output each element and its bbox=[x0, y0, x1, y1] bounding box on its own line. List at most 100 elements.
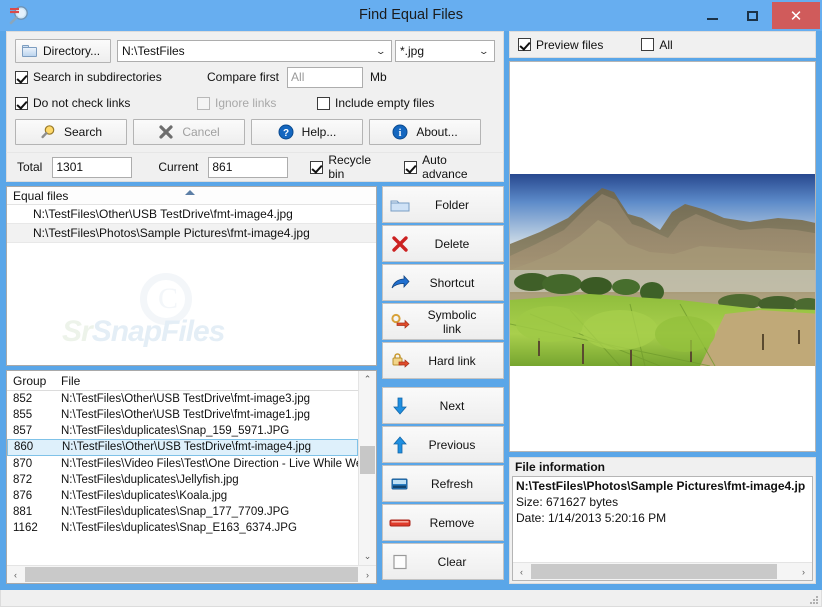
previous-button-label: Previous bbox=[428, 437, 476, 452]
cell-group: 1162 bbox=[13, 522, 38, 534]
scroll-right-button[interactable]: › bbox=[359, 566, 376, 583]
directory-combo[interactable]: N:\TestFiles ⌄ bbox=[117, 40, 392, 62]
search-button-label: Search bbox=[63, 125, 103, 139]
scroll-right-button[interactable]: › bbox=[795, 563, 812, 580]
table-row[interactable]: 872 N:\TestFiles\duplicates\Jellyfish.jp… bbox=[7, 472, 358, 488]
equal-files-list[interactable]: Equal files N:\TestFiles\Other\USB TestD… bbox=[6, 186, 377, 366]
folder-button[interactable]: Folder bbox=[382, 186, 504, 223]
grid-vertical-scrollbar[interactable]: ⌃ ⌄ bbox=[358, 371, 376, 565]
magnifier-icon bbox=[4, 2, 32, 30]
clear-button[interactable]: Clear bbox=[382, 543, 504, 580]
cell-file: N:\TestFiles\duplicates\Koala.jpg bbox=[61, 490, 228, 502]
image-preview-panel[interactable] bbox=[509, 61, 816, 452]
help-button[interactable]: ? Help... bbox=[251, 119, 363, 145]
total-value: 1301 bbox=[56, 160, 84, 174]
auto-advance-checkbox[interactable]: Auto advance bbox=[404, 153, 493, 181]
scroll-track[interactable] bbox=[530, 563, 795, 580]
file-information-horizontal-scrollbar[interactable]: ‹ › bbox=[513, 562, 812, 580]
scroll-left-button[interactable]: ‹ bbox=[7, 566, 24, 583]
checkbox-box bbox=[310, 160, 324, 174]
table-row[interactable]: 1162 N:\TestFiles\duplicates\Snap_E163_6… bbox=[7, 520, 358, 536]
directory-button[interactable]: Directory... bbox=[15, 39, 111, 63]
table-row[interactable]: 870 N:\TestFiles\Video Files\Test\One Di… bbox=[7, 456, 358, 472]
include-empty-files-checkbox[interactable]: Include empty files bbox=[317, 96, 434, 110]
compare-first-input[interactable]: All bbox=[287, 66, 364, 88]
remove-button[interactable]: Remove bbox=[382, 504, 504, 541]
grid-inner: Group File 852 N:\TestFiles\Other\USB Te… bbox=[7, 371, 376, 565]
remove-icon bbox=[383, 517, 417, 529]
checkbox-box bbox=[404, 160, 418, 174]
subdirs-row: Search in subdirectories Compare first A… bbox=[15, 64, 495, 90]
symbolic-link-button-label: Symbolic link bbox=[427, 307, 477, 336]
scroll-left-button[interactable]: ‹ bbox=[513, 563, 530, 580]
delete-button[interactable]: Delete bbox=[382, 225, 504, 262]
all-checkbox[interactable]: All bbox=[641, 38, 673, 52]
scroll-track[interactable] bbox=[359, 388, 376, 548]
cancel-x-icon bbox=[158, 124, 174, 140]
table-row-selected[interactable]: 860 N:\TestFiles\Other\USB TestDrive\fmt… bbox=[7, 439, 358, 456]
search-subdirectories-checkbox[interactable]: Search in subdirectories bbox=[15, 70, 197, 84]
table-row[interactable]: 876 N:\TestFiles\duplicates\Koala.jpg bbox=[7, 488, 358, 504]
checkbox-box bbox=[15, 96, 28, 110]
do-not-check-links-checkbox[interactable]: Do not check links bbox=[15, 96, 197, 110]
recycle-bin-checkbox[interactable]: Recycle bin bbox=[310, 153, 388, 181]
column-header-file[interactable]: File bbox=[57, 374, 358, 388]
app-window: Find Equal Files ✕ Directory... N:\TestF… bbox=[0, 0, 822, 607]
minimize-button[interactable] bbox=[692, 2, 732, 29]
list-item[interactable]: N:\TestFiles\Other\USB TestDrive\fmt-ima… bbox=[7, 205, 376, 223]
cell-file: N:\TestFiles\Other\USB TestDrive\fmt-ima… bbox=[61, 409, 311, 421]
scroll-thumb[interactable] bbox=[360, 446, 375, 474]
remove-button-label: Remove bbox=[429, 515, 475, 530]
chevron-down-icon[interactable]: ⌄ bbox=[476, 46, 492, 56]
refresh-icon bbox=[383, 476, 417, 492]
table-row[interactable]: 857 N:\TestFiles\duplicates\Snap_159_597… bbox=[7, 423, 358, 439]
table-row[interactable]: 852 N:\TestFiles\Other\USB TestDrive\fmt… bbox=[7, 391, 358, 407]
refresh-button[interactable]: Refresh bbox=[382, 465, 504, 502]
about-button[interactable]: i About... bbox=[369, 119, 481, 145]
symbolic-link-button[interactable]: Symbolic link bbox=[382, 303, 504, 340]
cell-group: 852 bbox=[13, 393, 33, 405]
recycle-bin-label: Recycle bin bbox=[328, 153, 371, 181]
auto-advance-label: Auto advance bbox=[422, 153, 468, 181]
scroll-track[interactable] bbox=[24, 566, 359, 583]
file-mask-combo[interactable]: *.jpg ⌄ bbox=[395, 40, 495, 62]
search-button[interactable]: Search bbox=[15, 119, 127, 145]
cell-group: 860 bbox=[14, 441, 34, 453]
groups-grid[interactable]: Group File 852 N:\TestFiles\Other\USB Te… bbox=[6, 370, 377, 584]
sort-ascending-icon bbox=[185, 190, 195, 195]
compare-first-value: All bbox=[291, 70, 305, 84]
cell-group: 855 bbox=[13, 409, 33, 421]
grid-horizontal-scrollbar[interactable]: ‹ › bbox=[7, 565, 376, 583]
maximize-button[interactable] bbox=[732, 2, 772, 29]
close-button[interactable]: ✕ bbox=[772, 2, 820, 29]
equal-files-header[interactable]: Equal files bbox=[7, 187, 376, 205]
cell-file: N:\TestFiles\Video Files\Test\One Direct… bbox=[61, 458, 358, 470]
scroll-thumb[interactable] bbox=[531, 564, 777, 579]
scroll-up-button[interactable]: ⌃ bbox=[359, 371, 376, 388]
current-input[interactable]: 861 bbox=[208, 156, 289, 178]
next-button[interactable]: Next bbox=[382, 387, 504, 424]
title-bar: Find Equal Files ✕ bbox=[0, 0, 822, 31]
scroll-thumb[interactable] bbox=[25, 567, 358, 582]
folder-icon bbox=[383, 197, 417, 213]
watermark-text: SrSnapFiles bbox=[62, 315, 225, 348]
table-row[interactable]: 881 N:\TestFiles\duplicates\Snap_177_770… bbox=[7, 504, 358, 520]
scroll-down-button[interactable]: ⌄ bbox=[359, 548, 376, 565]
previous-button[interactable]: Previous bbox=[382, 426, 504, 463]
cell-file: N:\TestFiles\duplicates\Snap_159_5971.JP… bbox=[61, 425, 290, 437]
cell-group: 876 bbox=[13, 490, 33, 502]
column-header-group[interactable]: Group bbox=[7, 374, 57, 388]
file-information-body[interactable]: N:\TestFiles\Photos\Sample Pictures\fmt-… bbox=[512, 476, 813, 581]
info-icon: i bbox=[392, 124, 408, 140]
hard-link-button[interactable]: Hard link bbox=[382, 342, 504, 379]
symbolic-link-icon bbox=[383, 313, 417, 331]
resize-grip[interactable] bbox=[808, 594, 818, 604]
list-item[interactable]: N:\TestFiles\Photos\Sample Pictures\fmt-… bbox=[7, 223, 376, 243]
shortcut-button[interactable]: Shortcut bbox=[382, 264, 504, 301]
equal-files-body: N:\TestFiles\Other\USB TestDrive\fmt-ima… bbox=[7, 205, 376, 365]
preview-files-checkbox[interactable]: Preview files bbox=[518, 38, 603, 52]
chevron-down-icon[interactable]: ⌄ bbox=[373, 46, 389, 56]
total-input[interactable]: 1301 bbox=[52, 156, 133, 178]
table-row[interactable]: 855 N:\TestFiles\Other\USB TestDrive\fmt… bbox=[7, 407, 358, 423]
delete-button-label: Delete bbox=[434, 236, 470, 251]
